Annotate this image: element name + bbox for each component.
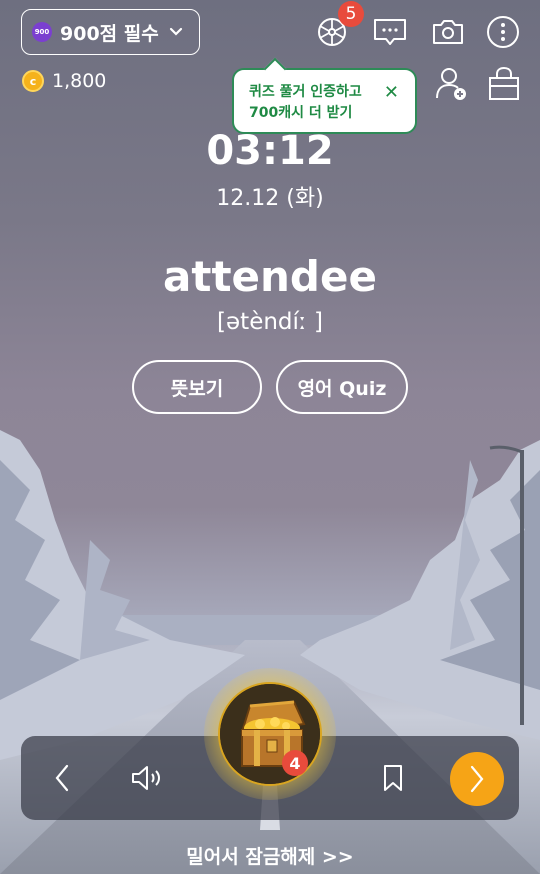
camera-button[interactable] — [430, 14, 466, 50]
chat-icon — [374, 19, 406, 45]
add-user-icon — [436, 68, 466, 100]
chevron-right-icon — [470, 765, 484, 793]
shop-button[interactable] — [486, 66, 522, 102]
show-meaning-button[interactable]: 뜻보기 — [132, 360, 262, 414]
close-icon[interactable]: ✕ — [384, 82, 399, 103]
more-menu-button[interactable] — [485, 14, 521, 50]
chest-count-badge: 4 — [282, 750, 308, 776]
english-quiz-button[interactable]: 영어 Quiz — [276, 360, 408, 414]
coin-amount: 1,800 — [52, 70, 107, 92]
deck-level-badge: 900 — [32, 22, 52, 42]
next-word-button[interactable] — [450, 752, 504, 806]
chevron-left-icon — [55, 764, 69, 792]
more-vertical-icon — [487, 16, 519, 48]
cash-promo-tooltip[interactable]: 퀴즈 풀거 인증하고 700캐시 더 받기 ✕ — [232, 57, 417, 134]
treasure-chest-icon — [220, 684, 320, 784]
chevron-down-icon — [169, 27, 182, 36]
pronounce-button[interactable] — [128, 760, 166, 796]
notification-badge: 5 — [338, 1, 364, 27]
speaker-icon — [132, 766, 160, 790]
coin-icon: c — [22, 70, 44, 92]
previous-word-button[interactable] — [46, 760, 78, 796]
camera-icon — [433, 20, 463, 44]
bookmark-icon — [384, 765, 402, 791]
vocab-phonetic: [ətèndíː ] — [217, 309, 323, 335]
treasure-chest-button[interactable] — [204, 668, 336, 800]
clock-date: 12.12 (화) — [216, 186, 324, 211]
coin-balance: c 1,800 — [22, 70, 106, 92]
shopping-bag-icon — [489, 66, 519, 100]
deck-label: 900점 필수 — [60, 22, 159, 45]
vocab-word: attendee — [163, 252, 377, 301]
chat-button[interactable] — [372, 14, 408, 50]
tooltip-line-2: 700캐시 더 받기 — [249, 105, 353, 121]
clock-time: 03:12 — [206, 128, 334, 174]
add-friend-button[interactable] — [434, 66, 470, 102]
treasure-chest-frame — [218, 682, 322, 786]
slide-to-unlock-label[interactable]: 밀어서 잠금해제 >> — [0, 842, 540, 869]
bookmark-button[interactable] — [378, 760, 408, 796]
deck-selector[interactable]: 900 900점 필수 — [21, 9, 200, 55]
